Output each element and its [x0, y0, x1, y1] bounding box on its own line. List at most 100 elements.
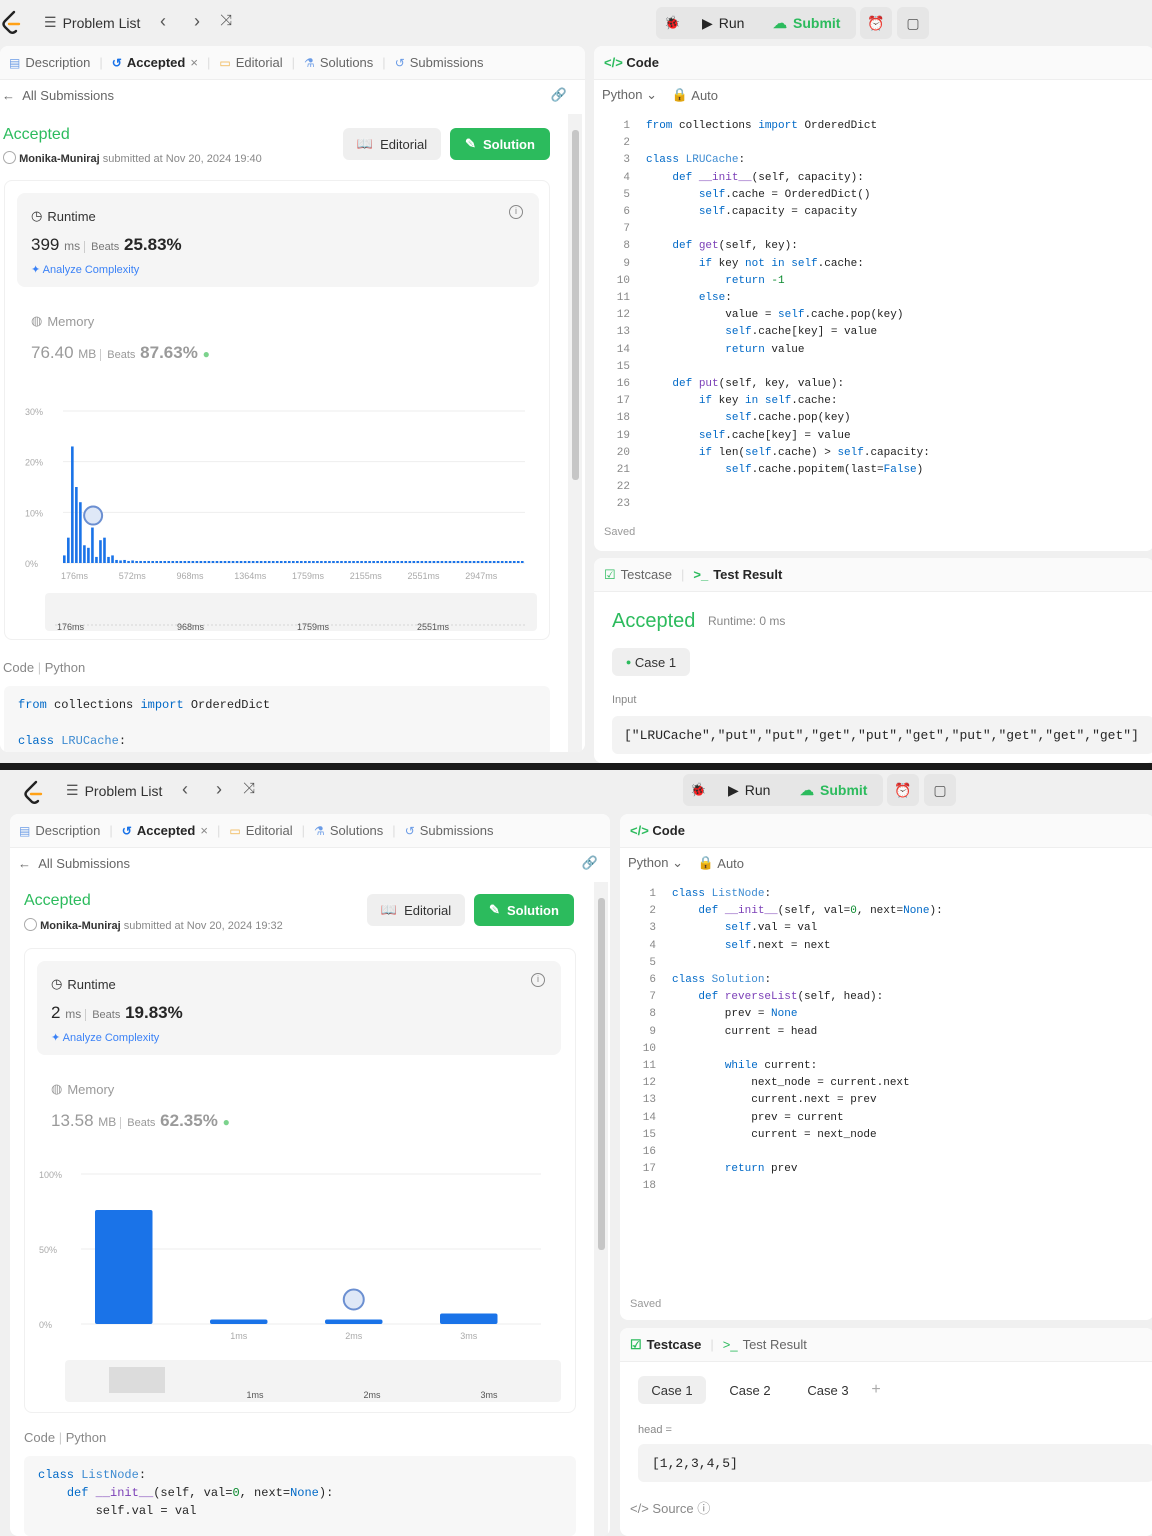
histogram-bar[interactable]: [488, 561, 492, 563]
prev-problem-icon[interactable]: ‹: [182, 779, 188, 800]
histogram-bar[interactable]: [308, 561, 311, 563]
link-icon[interactable]: 🔗: [582, 855, 598, 871]
histogram-bar[interactable]: [312, 561, 315, 563]
histogram-bar[interactable]: [139, 560, 142, 563]
histogram-bar[interactable]: [328, 561, 331, 563]
code-line[interactable]: return value: [646, 344, 804, 356]
histogram-bar[interactable]: [91, 527, 94, 563]
histogram-bar[interactable]: [111, 555, 114, 563]
source-link[interactable]: </> Source ⓘ: [630, 1498, 710, 1517]
histogram-bar[interactable]: [432, 561, 436, 563]
code-line[interactable]: prev = current: [672, 1112, 843, 1124]
code-line[interactable]: while current:: [672, 1060, 817, 1072]
histogram-bar[interactable]: [99, 540, 102, 563]
histogram-bar[interactable]: [267, 561, 271, 563]
tab-submissions[interactable]: ↺ Submissions: [386, 55, 493, 70]
histogram-bar[interactable]: [492, 561, 496, 563]
code-line[interactable]: class ListNode:: [672, 888, 771, 900]
histogram-bar[interactable]: [163, 561, 167, 563]
histogram-bar[interactable]: [388, 561, 392, 563]
histogram-bar[interactable]: [131, 560, 134, 563]
histogram-bar[interactable]: [83, 545, 86, 563]
tab-accepted[interactable]: ↺ Accepted ×: [113, 823, 217, 838]
link-icon[interactable]: 🔗: [551, 87, 567, 103]
histogram-bar[interactable]: [440, 561, 444, 563]
problem-list-button[interactable]: ☰ Problem List: [66, 782, 162, 799]
close-icon[interactable]: ×: [190, 55, 198, 70]
histogram-bar[interactable]: [372, 561, 375, 563]
histogram-bar[interactable]: [376, 561, 379, 563]
histogram-bar[interactable]: [408, 561, 412, 563]
code-line[interactable]: if len(self.cache) > self.capacity:: [646, 447, 930, 459]
runtime-box[interactable]: ◷ Runtime i 399 ms Beats 25.83% ✦ Analyze …: [17, 193, 539, 287]
histogram-bar[interactable]: [344, 561, 347, 563]
all-submissions-bar[interactable]: ← All Submissions 🔗: [10, 848, 610, 878]
histogram-bar[interactable]: [167, 561, 171, 563]
memory-value[interactable]: 13.58 MB Beats 62.35% ●: [51, 1111, 230, 1131]
histogram-bar[interactable]: [155, 561, 159, 563]
histogram-bar[interactable]: [360, 561, 363, 563]
tab-description[interactable]: ▤ Description: [0, 55, 99, 70]
histogram-bar[interactable]: [243, 561, 247, 563]
analyze-complexity-link[interactable]: ✦ Analyze Complexity: [51, 1031, 159, 1044]
histogram-bar[interactable]: [95, 1210, 153, 1324]
histogram-bar[interactable]: [412, 561, 416, 563]
histogram-bar[interactable]: [207, 561, 211, 563]
histogram-bar[interactable]: [516, 561, 520, 563]
histogram-bar[interactable]: [75, 487, 78, 563]
code-line[interactable]: def __init__(self, val=0, next=None):: [672, 905, 942, 917]
histogram-bar[interactable]: [456, 561, 460, 563]
code-line[interactable]: self.val = val: [672, 922, 817, 934]
code-line[interactable]: if key not in self.cache:: [646, 258, 864, 270]
code-line[interactable]: self.cache = OrderedDict(): [646, 189, 871, 201]
leetcode-logo-icon[interactable]: [0, 10, 22, 36]
histogram-bar[interactable]: [508, 561, 512, 563]
code-line[interactable]: current = next_node: [672, 1129, 876, 1141]
case-2-tab[interactable]: Case 2: [716, 1376, 784, 1404]
code-line[interactable]: current.next = prev: [672, 1094, 876, 1106]
histogram-bar[interactable]: [324, 561, 327, 563]
histogram-bar[interactable]: [440, 1313, 498, 1325]
histogram-bar[interactable]: [251, 561, 255, 563]
leetcode-logo-icon[interactable]: [22, 780, 44, 806]
histogram-bar[interactable]: [271, 561, 275, 563]
histogram-bar[interactable]: [259, 561, 263, 563]
histogram-bar[interactable]: [364, 561, 367, 563]
histogram-bar[interactable]: [187, 561, 191, 563]
alarm-icon[interactable]: ⏰: [887, 774, 919, 806]
code-editor[interactable]: 1 class ListNode: 2 def __init__(self, val…: [620, 886, 1152, 1246]
histogram-bar[interactable]: [203, 561, 207, 563]
histogram-bar[interactable]: [320, 561, 323, 563]
tab-solutions[interactable]: ⚗ Solutions: [305, 823, 392, 838]
run-button[interactable]: ▶ Run: [702, 7, 744, 39]
histogram-bar[interactable]: [340, 561, 343, 563]
tab-test-result[interactable]: >_ Test Result: [714, 1337, 816, 1352]
input-value[interactable]: [1,2,3,4,5]: [638, 1444, 1152, 1482]
histogram-bar[interactable]: [300, 561, 303, 563]
code-line[interactable]: def __init__(self, capacity):: [646, 172, 863, 184]
histogram-bar[interactable]: [239, 561, 243, 563]
prev-problem-icon[interactable]: ‹: [160, 11, 166, 32]
scroll-thumb[interactable]: [572, 130, 579, 480]
tab-editorial[interactable]: ▭ Editorial: [210, 55, 291, 70]
code-line[interactable]: return prev: [672, 1163, 798, 1175]
histogram-bar[interactable]: [103, 537, 106, 563]
next-problem-icon[interactable]: ›: [216, 779, 222, 800]
all-submissions-bar[interactable]: ← All Submissions 🔗: [0, 80, 585, 110]
info-icon[interactable]: i: [531, 973, 545, 987]
tab-solutions[interactable]: ⚗ Solutions: [295, 55, 382, 70]
histogram-bar[interactable]: [63, 555, 66, 563]
code-line[interactable]: self.next = next: [672, 940, 831, 952]
histogram-bar[interactable]: [115, 559, 118, 563]
histogram-bar[interactable]: [183, 561, 187, 563]
histogram-bar[interactable]: [332, 561, 335, 563]
histogram-bar[interactable]: [159, 561, 163, 563]
histogram-bar[interactable]: [500, 561, 504, 563]
histogram-bar[interactable]: [231, 561, 235, 563]
histogram-bar[interactable]: [263, 561, 267, 563]
histogram-bar[interactable]: [143, 561, 146, 563]
code-line[interactable]: from collections import OrderedDict: [646, 120, 877, 132]
histogram-bar[interactable]: [356, 561, 359, 563]
histogram-bar[interactable]: [255, 561, 259, 563]
tab-submissions[interactable]: ↺ Submissions: [396, 823, 503, 838]
